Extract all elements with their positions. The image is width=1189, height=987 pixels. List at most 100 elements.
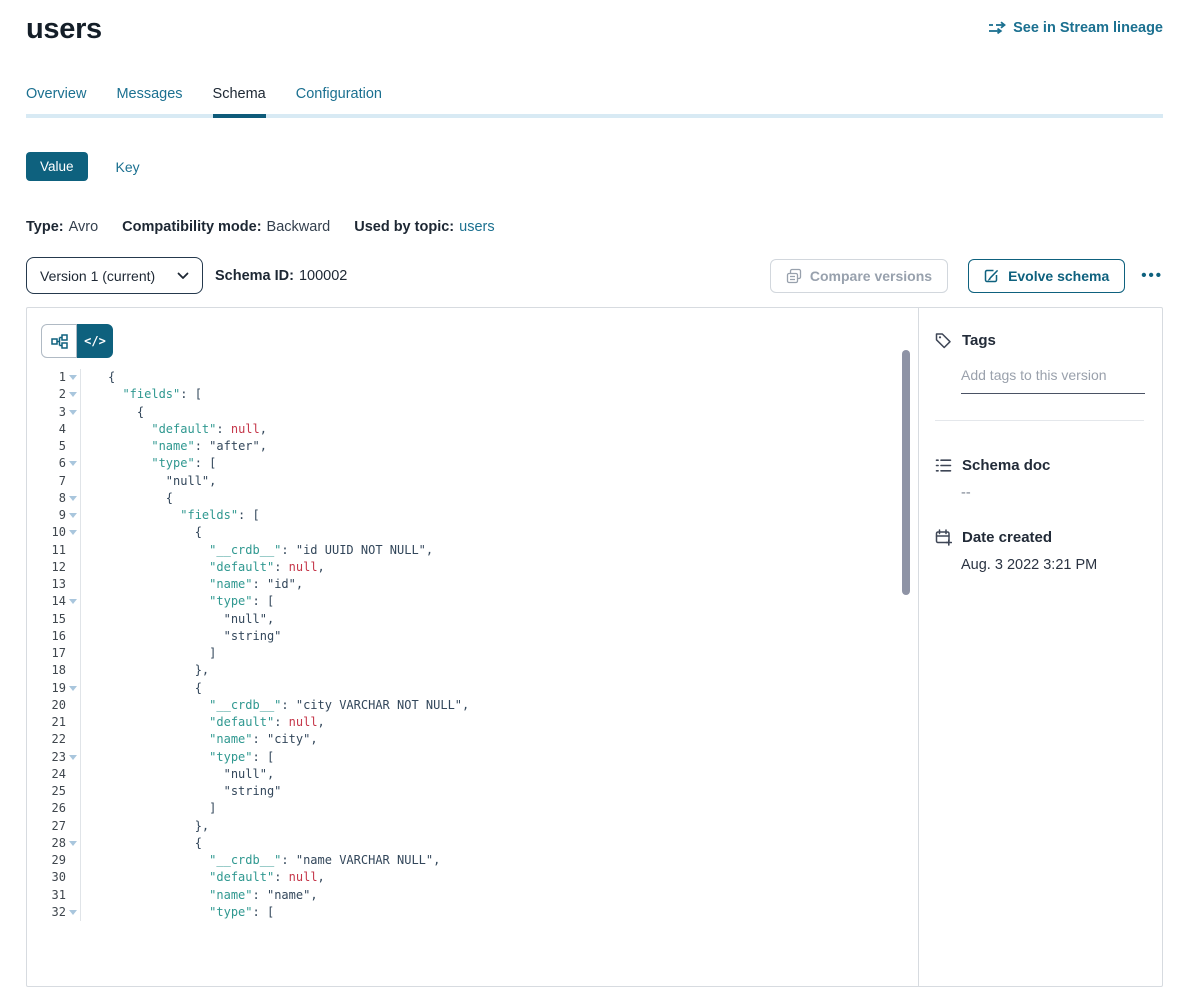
see-in-stream-lineage-link[interactable]: See in Stream lineage (988, 20, 1163, 36)
topic-link[interactable]: users (459, 219, 494, 235)
fold-toggle-icon[interactable] (66, 524, 80, 541)
meta-value: Avro (69, 219, 99, 235)
code-line: 16 "string" (27, 628, 918, 645)
fold-toggle-icon[interactable] (66, 749, 80, 766)
line-number: 27 (27, 818, 66, 835)
line-number: 19 (27, 680, 66, 697)
code-line-text: "string" (80, 783, 918, 800)
meta-label: Type: (26, 219, 64, 235)
tab-bar: Overview Messages Schema Configuration (26, 86, 1163, 118)
fold-toggle-icon[interactable] (66, 680, 80, 697)
fold-toggle-icon[interactable] (66, 593, 80, 610)
tab-configuration[interactable]: Configuration (296, 86, 382, 114)
code-line-text: "name": "city", (80, 731, 918, 748)
meta-label: Compatibility mode: (122, 219, 261, 235)
code-line-text: "fields": [ (80, 386, 918, 403)
code-line-text: "fields": [ (80, 507, 918, 524)
fold-spacer (66, 438, 80, 455)
fold-spacer (66, 852, 80, 869)
fold-toggle-icon[interactable] (66, 455, 80, 472)
code-line-text: "null", (80, 473, 918, 490)
fold-spacer (66, 542, 80, 559)
version-select[interactable]: Version 1 (current) (26, 257, 203, 294)
code-line: 29 "__crdb__": "name VARCHAR NULL", (27, 852, 918, 869)
schema-panel: </> 1{2 "fields": [3 {4 "default": null,… (26, 307, 1163, 987)
code-editor-content[interactable]: 1{2 "fields": [3 {4 "default": null,5 "n… (27, 369, 918, 921)
fold-spacer (66, 421, 80, 438)
code-view-button[interactable]: </> (77, 324, 113, 358)
evolve-schema-button[interactable]: Evolve schema (968, 259, 1125, 293)
line-number: 6 (27, 455, 66, 472)
fold-spacer (66, 576, 80, 593)
tab-schema[interactable]: Schema (213, 86, 266, 114)
tree-view-button[interactable] (41, 324, 77, 358)
schema-doc-section: Schema doc -- (935, 457, 1144, 501)
fold-spacer (66, 731, 80, 748)
fold-toggle-icon[interactable] (66, 386, 80, 403)
code-line: 17 ] (27, 645, 918, 662)
fold-toggle-icon[interactable] (66, 369, 80, 386)
active-tab-indicator (213, 114, 266, 118)
line-number: 5 (27, 438, 66, 455)
date-created-heading-label: Date created (962, 529, 1052, 546)
code-line-text: "__crdb__": "city VARCHAR NOT NULL", (80, 697, 918, 714)
fold-toggle-icon[interactable] (66, 507, 80, 524)
value-tab-button[interactable]: Value (26, 152, 88, 181)
evolve-schema-label: Evolve schema (1008, 268, 1109, 284)
code-line-text: "type": [ (80, 455, 918, 472)
code-line-text: "default": null, (80, 559, 918, 576)
line-number: 29 (27, 852, 66, 869)
calendar-plus-icon (935, 529, 952, 546)
code-line: 4 "default": null, (27, 421, 918, 438)
schema-sidebar: Tags Schema doc -- (918, 308, 1162, 986)
fold-spacer (66, 766, 80, 783)
fold-toggle-icon[interactable] (66, 490, 80, 507)
fold-toggle-icon[interactable] (66, 404, 80, 421)
code-line-text: "type": [ (80, 904, 918, 921)
line-number: 17 (27, 645, 66, 662)
tab-messages[interactable]: Messages (116, 86, 182, 114)
code-line: 30 "default": null, (27, 869, 918, 886)
line-number: 25 (27, 783, 66, 800)
fold-spacer (66, 662, 80, 679)
code-line-text: "name": "after", (80, 438, 918, 455)
line-number: 21 (27, 714, 66, 731)
fold-spacer (66, 473, 80, 490)
fold-spacer (66, 697, 80, 714)
line-number: 13 (27, 576, 66, 593)
compare-versions-button[interactable]: Compare versions (770, 259, 948, 293)
code-line-text: "type": [ (80, 749, 918, 766)
add-tags-input[interactable] (961, 367, 1145, 394)
code-line: 11 "__crdb__": "id UUID NOT NULL", (27, 542, 918, 559)
line-number: 2 (27, 386, 66, 403)
fold-spacer (66, 869, 80, 886)
code-line: 14 "type": [ (27, 593, 918, 610)
fold-toggle-icon[interactable] (66, 904, 80, 921)
line-number: 18 (27, 662, 66, 679)
code-line: 5 "name": "after", (27, 438, 918, 455)
tag-icon (935, 332, 952, 349)
line-number: 3 (27, 404, 66, 421)
editor-scrollbar[interactable] (902, 350, 910, 595)
date-created-section: Date created Aug. 3 2022 3:21 PM (935, 529, 1144, 573)
code-line: 19 { (27, 680, 918, 697)
schema-meta-row: Type: Avro Compatibility mode: Backward Used… (26, 219, 1163, 235)
more-options-button[interactable]: ••• (1141, 271, 1163, 281)
schema-page: users See in Stream lineage Overview Mess… (0, 0, 1189, 987)
fold-toggle-icon[interactable] (66, 835, 80, 852)
code-line: 27 }, (27, 818, 918, 835)
code-line-text: { (80, 369, 918, 386)
code-line: 2 "fields": [ (27, 386, 918, 403)
meta-item: Used by topic:users (354, 219, 494, 235)
tab-overview[interactable]: Overview (26, 86, 86, 114)
key-tab-button[interactable]: Key (116, 159, 140, 175)
code-line-text: "__crdb__": "id UUID NOT NULL", (80, 542, 918, 559)
schema-id-value: 100002 (299, 268, 347, 284)
code-line: 18 }, (27, 662, 918, 679)
code-line-text: "default": null, (80, 714, 918, 731)
line-number: 15 (27, 611, 66, 628)
code-line-text: "default": null, (80, 869, 918, 886)
line-number: 26 (27, 800, 66, 817)
meta-value: Backward (267, 219, 331, 235)
code-line: 7 "null", (27, 473, 918, 490)
